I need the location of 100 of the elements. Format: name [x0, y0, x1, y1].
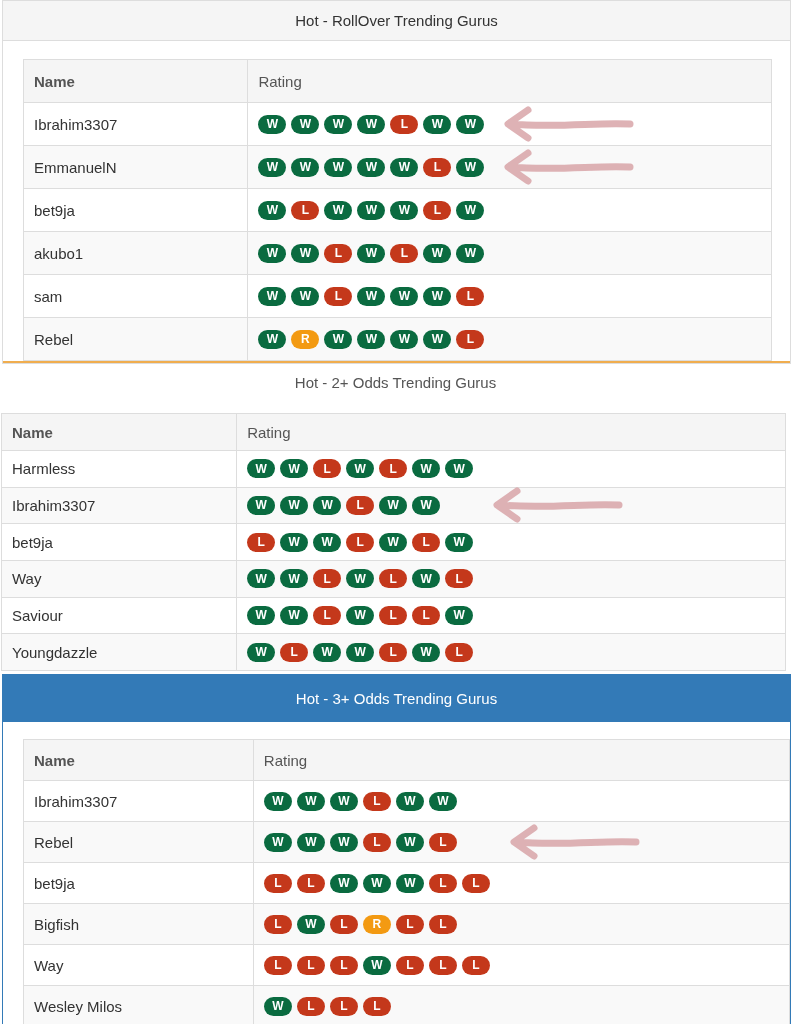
name-cell: Saviour [1, 597, 237, 634]
name-cell: bet9ja [23, 188, 248, 232]
result-badge: L [412, 605, 441, 625]
result-badge: W [456, 157, 485, 177]
result-badge: L [247, 532, 276, 552]
result-badge: W [379, 495, 408, 515]
result-badge: L [263, 914, 292, 934]
result-badge: L [324, 286, 353, 306]
result-badge: L [461, 873, 490, 893]
result-badge: W [329, 873, 358, 893]
result-badge: L [280, 642, 309, 662]
result-badge: W [445, 532, 474, 552]
result-badge: L [428, 832, 457, 852]
result-badge: W [280, 569, 309, 589]
result-badge: W [395, 873, 424, 893]
result-badge: L [379, 569, 408, 589]
result-badge: L [445, 642, 474, 662]
result-badge: W [324, 157, 353, 177]
result-badge: W [357, 286, 386, 306]
name-cell: akubo1 [23, 231, 248, 275]
result-badge: W [357, 200, 386, 220]
result-badge: L [423, 200, 452, 220]
result-badge: W [423, 286, 452, 306]
result-badge: L [362, 832, 391, 852]
result-badge: W [258, 329, 287, 349]
result-badge: L [395, 914, 424, 934]
column-header: Name [23, 59, 248, 103]
result-badge: L [390, 114, 419, 134]
panel-title: Hot - RollOver Trending Gurus [3, 1, 790, 41]
name-cell: EmmanuelN [23, 145, 248, 189]
result-badge: L [296, 996, 325, 1016]
column-header: Rating [247, 59, 772, 103]
result-badge: W [395, 791, 424, 811]
result-badge: W [280, 495, 309, 515]
result-badge: W [329, 791, 358, 811]
name-cell: bet9ja [1, 523, 237, 561]
result-badge: W [247, 459, 276, 479]
result-badge: W [456, 114, 485, 134]
result-badge: W [247, 495, 276, 515]
result-badge: L [329, 996, 358, 1016]
result-badge: L [324, 243, 353, 263]
name-cell: Harmless [1, 450, 237, 488]
name-cell: Ibrahim3307 [23, 780, 254, 822]
result-badge: W [313, 532, 342, 552]
result-badge: L [428, 873, 457, 893]
result-badge: W [324, 200, 353, 220]
result-badge: W [395, 832, 424, 852]
result-badge: W [423, 243, 452, 263]
result-badge: W [313, 642, 342, 662]
result-badge: W [313, 495, 342, 515]
result-badge: R [362, 914, 391, 934]
result-badge: W [390, 200, 419, 220]
result-badge: L [390, 243, 419, 263]
name-cell: Ibrahim3307 [1, 487, 237, 524]
name-cell: Way [1, 560, 237, 598]
result-badge: W [296, 832, 325, 852]
result-badge: W [263, 832, 292, 852]
result-badge: W [247, 569, 276, 589]
result-badge: W [357, 114, 386, 134]
result-badge: W [329, 832, 358, 852]
result-badge: L [346, 495, 375, 515]
result-badge: L [428, 955, 457, 975]
name-cell: Way [23, 944, 254, 986]
result-badge: L [329, 914, 358, 934]
result-badge: W [280, 459, 309, 479]
result-badge: L [329, 955, 358, 975]
result-badge: W [390, 157, 419, 177]
result-badge: L [379, 459, 408, 479]
result-badge: W [296, 791, 325, 811]
column-header: Name [23, 739, 254, 781]
result-badge: W [379, 532, 408, 552]
result-badge: W [362, 873, 391, 893]
result-badge: W [258, 200, 287, 220]
result-badge: L [412, 532, 441, 552]
result-badge: L [461, 955, 490, 975]
name-cell: sam [23, 274, 248, 318]
result-badge: W [445, 459, 474, 479]
result-badge: L [296, 955, 325, 975]
result-badge: W [412, 495, 441, 515]
result-badge: W [423, 114, 452, 134]
result-badge: W [456, 243, 485, 263]
result-badge: L [362, 996, 391, 1016]
result-badge: L [395, 955, 424, 975]
column-header: Rating [253, 739, 790, 781]
result-badge: W [423, 329, 452, 349]
result-badge: L [313, 605, 342, 625]
result-badge: W [280, 532, 309, 552]
result-badge: W [428, 791, 457, 811]
result-badge: W [263, 996, 292, 1016]
result-badge: L [379, 642, 408, 662]
name-cell: bet9ja [23, 862, 254, 904]
result-badge: W [346, 569, 375, 589]
result-badge: W [258, 286, 287, 306]
result-badge: W [291, 114, 320, 134]
result-badge: W [324, 329, 353, 349]
result-badge: W [346, 459, 375, 479]
name-cell: Bigfish [23, 903, 254, 945]
result-badge: W [357, 243, 386, 263]
result-badge: L [379, 605, 408, 625]
result-badge: W [412, 459, 441, 479]
